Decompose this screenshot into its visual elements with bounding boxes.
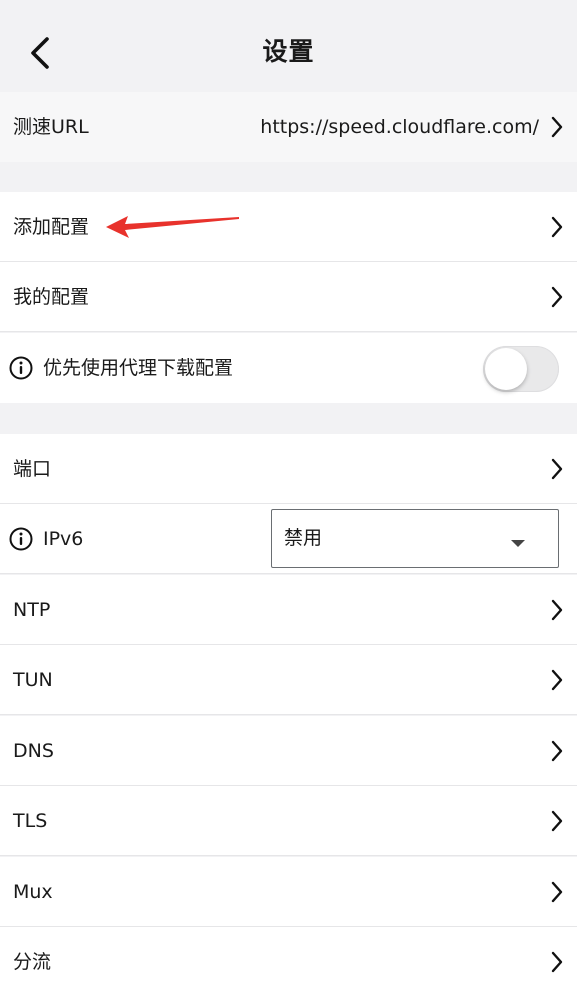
ipv6-select[interactable]: 禁用: [271, 509, 559, 568]
header: 设置: [0, 0, 577, 92]
proxy-download-label: 优先使用代理下载配置: [43, 357, 234, 379]
caret-down-icon: [511, 540, 525, 547]
add-config-row[interactable]: 添加配置: [0, 192, 577, 262]
settings-page: 设置 测速URL https://speed.cloudflare.com/ 添…: [0, 0, 577, 994]
chevron-right-icon: [551, 669, 563, 691]
tun-row[interactable]: TUN: [0, 645, 577, 715]
chevron-right-icon: [551, 216, 563, 238]
port-row[interactable]: 端口: [0, 434, 577, 504]
ntp-label: NTP: [13, 599, 51, 621]
proxy-download-row: 优先使用代理下载配置: [0, 333, 577, 403]
chevron-right-icon: [551, 458, 563, 480]
port-label: 端口: [13, 458, 52, 480]
dns-row[interactable]: DNS: [0, 716, 577, 786]
chevron-right-icon: [551, 286, 563, 308]
ipv6-row: IPv6 禁用: [0, 504, 577, 574]
chevron-right-icon: [551, 951, 563, 973]
my-config-label: 我的配置: [13, 286, 90, 308]
chevron-right-icon: [551, 599, 563, 621]
tls-label: TLS: [13, 810, 48, 832]
ipv6-label: IPv6: [43, 528, 84, 550]
speedtest-url-value: https://speed.cloudflare.com/: [260, 116, 539, 138]
dns-label: DNS: [13, 740, 54, 762]
ipv6-selected-value: 禁用: [284, 527, 323, 549]
toggle-knob: [485, 348, 527, 390]
speedtest-url-label: 测速URL: [13, 116, 89, 138]
mux-row[interactable]: Mux: [0, 857, 577, 927]
routing-label: 分流: [13, 951, 52, 973]
mux-label: Mux: [13, 881, 53, 903]
info-icon[interactable]: [9, 356, 33, 380]
chevron-right-icon: [551, 810, 563, 832]
my-config-row[interactable]: 我的配置: [0, 262, 577, 332]
routing-row[interactable]: 分流: [0, 927, 577, 994]
tun-label: TUN: [13, 669, 53, 691]
ntp-row[interactable]: NTP: [0, 575, 577, 645]
tls-row[interactable]: TLS: [0, 786, 577, 856]
add-config-label: 添加配置: [13, 216, 90, 238]
proxy-download-toggle[interactable]: [483, 346, 559, 392]
chevron-right-icon: [551, 740, 563, 762]
chevron-right-icon: [551, 881, 563, 903]
speedtest-url-row[interactable]: 测速URL https://speed.cloudflare.com/: [0, 92, 577, 162]
info-icon[interactable]: [9, 527, 33, 551]
chevron-right-icon: [551, 116, 563, 138]
page-title: 设置: [262, 37, 315, 66]
